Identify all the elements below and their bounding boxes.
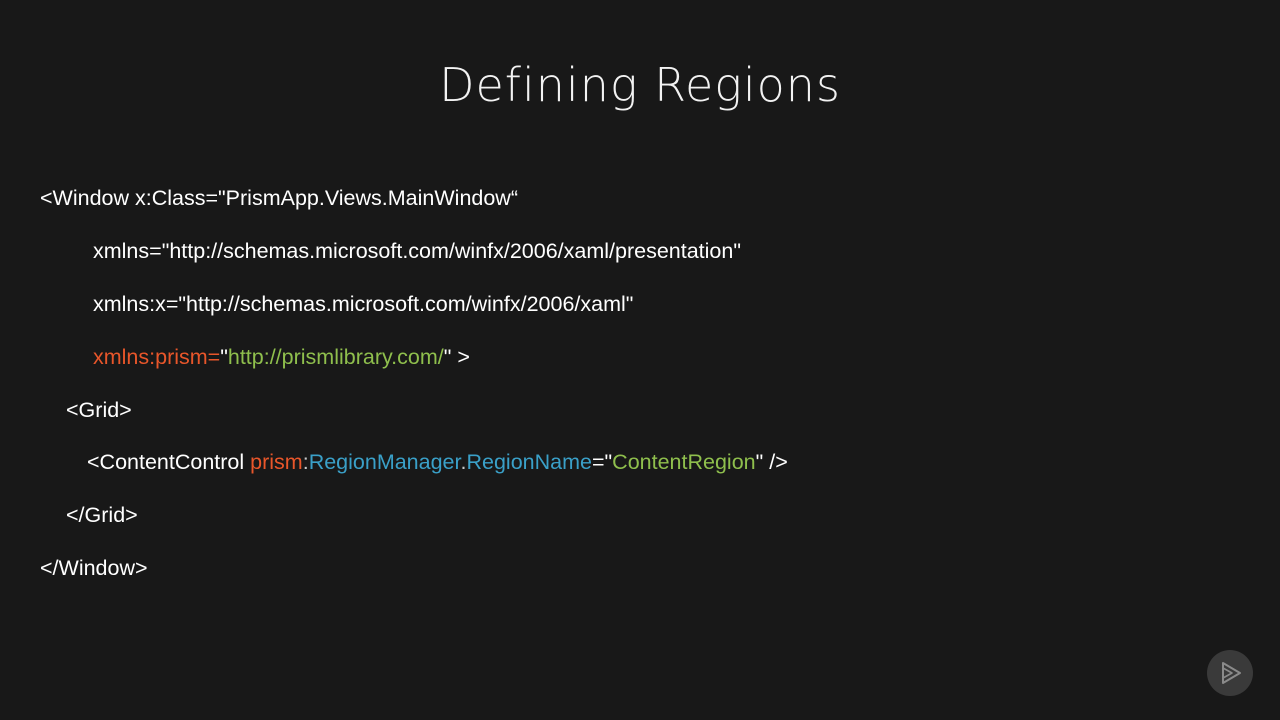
slide: Defining Regions <Window x:Class="PrismA… <box>0 0 1280 720</box>
code-token-prism-attr: xmlns:prism= <box>93 345 221 369</box>
code-line-grid-close: </Grid> <box>66 503 138 527</box>
code-token-self-close: " /> <box>755 450 788 474</box>
code-line-xmlns-prism: xmlns:prism="http://prismlibrary.com/" > <box>93 343 470 371</box>
code-token-region-value: ContentRegion <box>612 450 756 474</box>
play-icon-graphic <box>1222 662 1241 684</box>
code-line-window-open: <Window x:Class="PrismApp.Views.MainWind… <box>40 186 518 210</box>
code-token-close: " > <box>443 345 470 369</box>
code-line-xmlns: xmlns="http://schemas.microsoft.com/winf… <box>93 239 741 263</box>
code-token-quote: " <box>220 345 228 369</box>
code-token-region-manager: RegionManager <box>308 450 461 474</box>
code-block: <Window x:Class="PrismApp.Views.MainWind… <box>0 0 1280 720</box>
play-icon <box>1207 650 1253 696</box>
code-line-grid-open: <Grid> <box>66 398 132 422</box>
code-token-prism-prefix: prism <box>250 450 303 474</box>
code-token-equals: =" <box>591 450 613 474</box>
code-token-region-name: RegionName <box>466 450 592 474</box>
code-line-content-control: <ContentControl prism:RegionManager.Regi… <box>87 448 788 476</box>
code-token-content-control-tag: <ContentControl <box>87 450 251 474</box>
code-line-window-close: </Window> <box>40 556 148 580</box>
code-token-prism-url: http://prismlibrary.com/ <box>227 345 444 369</box>
code-line-xmlns-x: xmlns:x="http://schemas.microsoft.com/wi… <box>93 292 634 316</box>
